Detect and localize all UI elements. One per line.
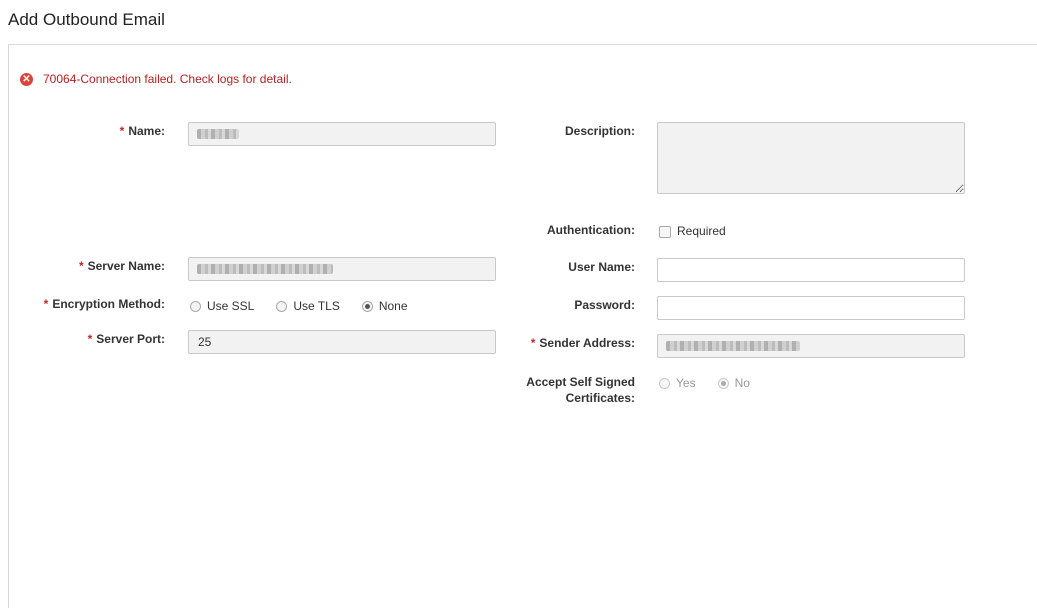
authentication-label: Authentication: xyxy=(547,223,635,237)
encryption-radio-group: Use SSL Use TLS None xyxy=(190,299,408,313)
sender-address-input[interactable] xyxy=(657,334,965,358)
description-label: Description: xyxy=(564,124,635,138)
page-title: Add Outbound Email xyxy=(8,10,165,29)
radio-button[interactable] xyxy=(276,300,288,312)
server-port-input[interactable]: 25 xyxy=(188,330,496,354)
server-port-label: * Server Port: xyxy=(87,332,165,346)
name-input[interactable] xyxy=(188,122,496,146)
password-label: Password: xyxy=(574,298,635,312)
radio-button[interactable] xyxy=(659,377,670,389)
server-name-label: * Server Name: xyxy=(78,259,165,273)
error-message: 70064-Connection failed. Check logs for … xyxy=(43,72,292,86)
radio-button[interactable] xyxy=(190,300,201,312)
user-name-label: User Name: xyxy=(568,260,635,274)
radio-button-selected[interactable] xyxy=(717,377,729,389)
encryption-option-ssl[interactable]: Use SSL xyxy=(190,299,254,313)
encryption-option-none[interactable]: None xyxy=(361,299,408,313)
name-label: * Name: xyxy=(119,124,165,138)
description-textarea[interactable] xyxy=(657,122,965,194)
sender-address-label: * Sender Address: xyxy=(530,336,635,350)
redacted-value xyxy=(197,129,239,139)
redacted-value xyxy=(666,341,800,351)
redacted-value xyxy=(197,264,333,274)
server-name-input[interactable] xyxy=(188,257,496,281)
user-name-input[interactable] xyxy=(657,258,965,282)
encryption-method-label: * Encryption Method: xyxy=(43,297,165,311)
self-signed-radio-group: Yes No xyxy=(659,376,750,390)
password-input[interactable] xyxy=(657,296,965,320)
self-signed-option-no[interactable]: No xyxy=(717,376,750,390)
error-x-icon: ✕ xyxy=(20,73,33,86)
self-signed-option-yes[interactable]: Yes xyxy=(659,376,696,390)
authentication-required-label: Required xyxy=(677,224,726,238)
encryption-option-tls[interactable]: Use TLS xyxy=(276,299,340,313)
authentication-required-checkbox[interactable] xyxy=(659,226,671,238)
radio-button-selected[interactable] xyxy=(361,300,373,312)
self-signed-label: Accept Self Signed Certificates: xyxy=(526,375,635,405)
